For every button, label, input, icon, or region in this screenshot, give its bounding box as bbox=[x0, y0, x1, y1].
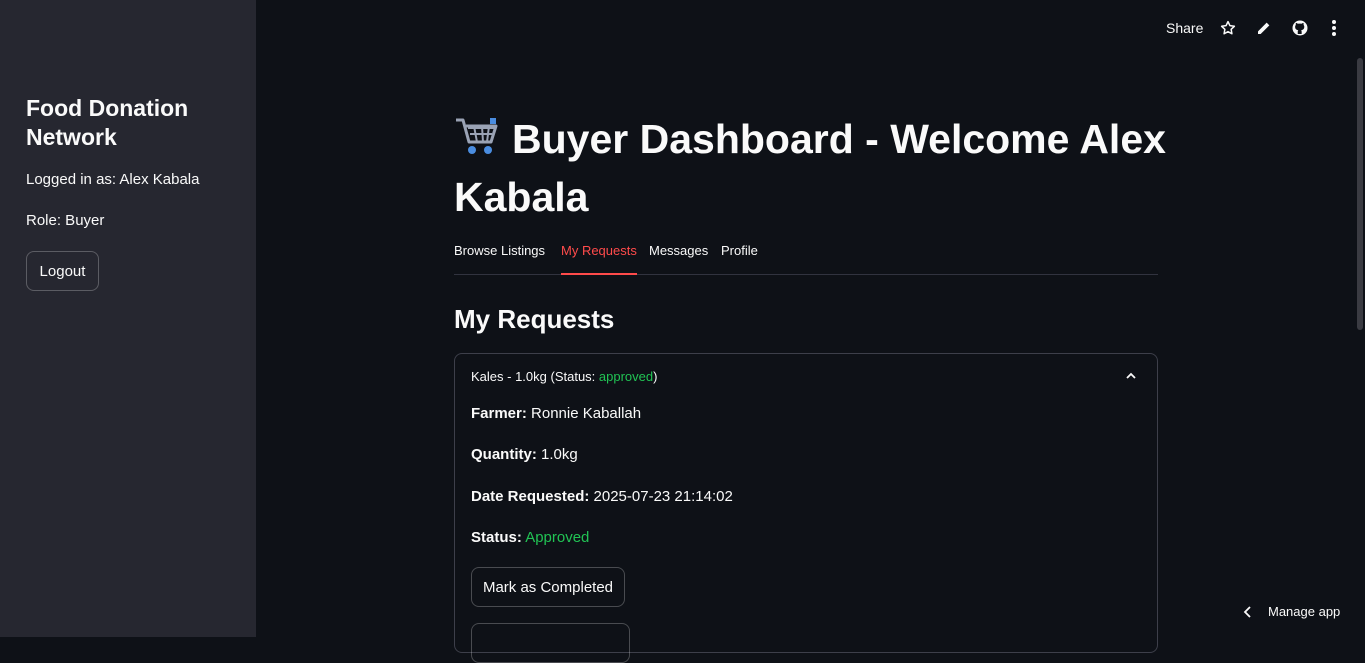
date-value: 2025-07-23 21:14:02 bbox=[593, 488, 733, 505]
farmer-field: Farmer: Ronnie Kaballah bbox=[471, 405, 641, 422]
chevron-left-icon bbox=[1243, 605, 1251, 618]
farmer-label: Farmer: bbox=[471, 405, 527, 422]
github-icon[interactable] bbox=[1290, 18, 1310, 38]
secondary-action-button[interactable] bbox=[471, 623, 630, 663]
status-label: Status: bbox=[471, 529, 522, 546]
tab-browse-listings[interactable]: Browse Listings bbox=[454, 243, 545, 275]
status-field: Status: Approved bbox=[471, 529, 589, 546]
quantity-value: 1.0kg bbox=[541, 446, 578, 463]
share-button[interactable]: Share bbox=[1166, 18, 1203, 38]
more-vert-icon[interactable] bbox=[1324, 18, 1344, 38]
tab-my-requests[interactable]: My Requests bbox=[561, 243, 637, 275]
tab-bar: Browse Listings My Requests Messages Pro… bbox=[454, 243, 1158, 275]
section-title: My Requests bbox=[454, 304, 615, 334]
sidebar-title: Food Donation Network bbox=[26, 95, 189, 150]
mark-completed-button[interactable]: Mark as Completed bbox=[471, 567, 625, 607]
quantity-field: Quantity: 1.0kg bbox=[471, 446, 578, 463]
request-header-prefix: Kales - 1.0kg (Status: bbox=[471, 369, 599, 384]
request-header[interactable]: Kales - 1.0kg (Status: approved) bbox=[471, 369, 657, 384]
sidebar: Food Donation Network Logged in as: Alex… bbox=[0, 0, 256, 637]
tab-messages[interactable]: Messages bbox=[649, 243, 708, 275]
request-header-suffix: ) bbox=[653, 369, 658, 384]
quantity-label: Quantity: bbox=[471, 446, 537, 463]
pencil-icon[interactable] bbox=[1254, 18, 1274, 38]
date-label: Date Requested: bbox=[471, 488, 590, 505]
date-field: Date Requested: 2025-07-23 21:14:02 bbox=[471, 488, 733, 505]
request-header-status: approved bbox=[598, 369, 654, 384]
request-expander: Kales - 1.0kg (Status: approved) Farmer:… bbox=[454, 353, 1158, 663]
tab-profile[interactable]: Profile bbox=[721, 243, 758, 275]
page-title: Buyer Dashboard - Welcome Alex Kabala bbox=[454, 112, 1174, 224]
farmer-value: Ronnie Kaballah bbox=[531, 405, 642, 422]
star-icon[interactable] bbox=[1218, 18, 1238, 38]
chevron-up-icon[interactable] bbox=[1123, 368, 1139, 389]
role-text: Role: Buyer bbox=[26, 212, 105, 229]
shopping-cart-icon bbox=[454, 115, 500, 170]
manage-app-button[interactable]: Manage app bbox=[1242, 604, 1340, 619]
status-value: Approved bbox=[525, 529, 590, 546]
logged-in-text: Logged in as: Alex Kabala bbox=[26, 171, 200, 188]
page-title-text: Buyer Dashboard - Welcome Alex Kabala bbox=[454, 116, 1166, 220]
manage-app-label: Manage app bbox=[1268, 604, 1341, 619]
logout-button[interactable]: Logout bbox=[26, 251, 99, 291]
scrollbar[interactable] bbox=[1357, 58, 1363, 330]
